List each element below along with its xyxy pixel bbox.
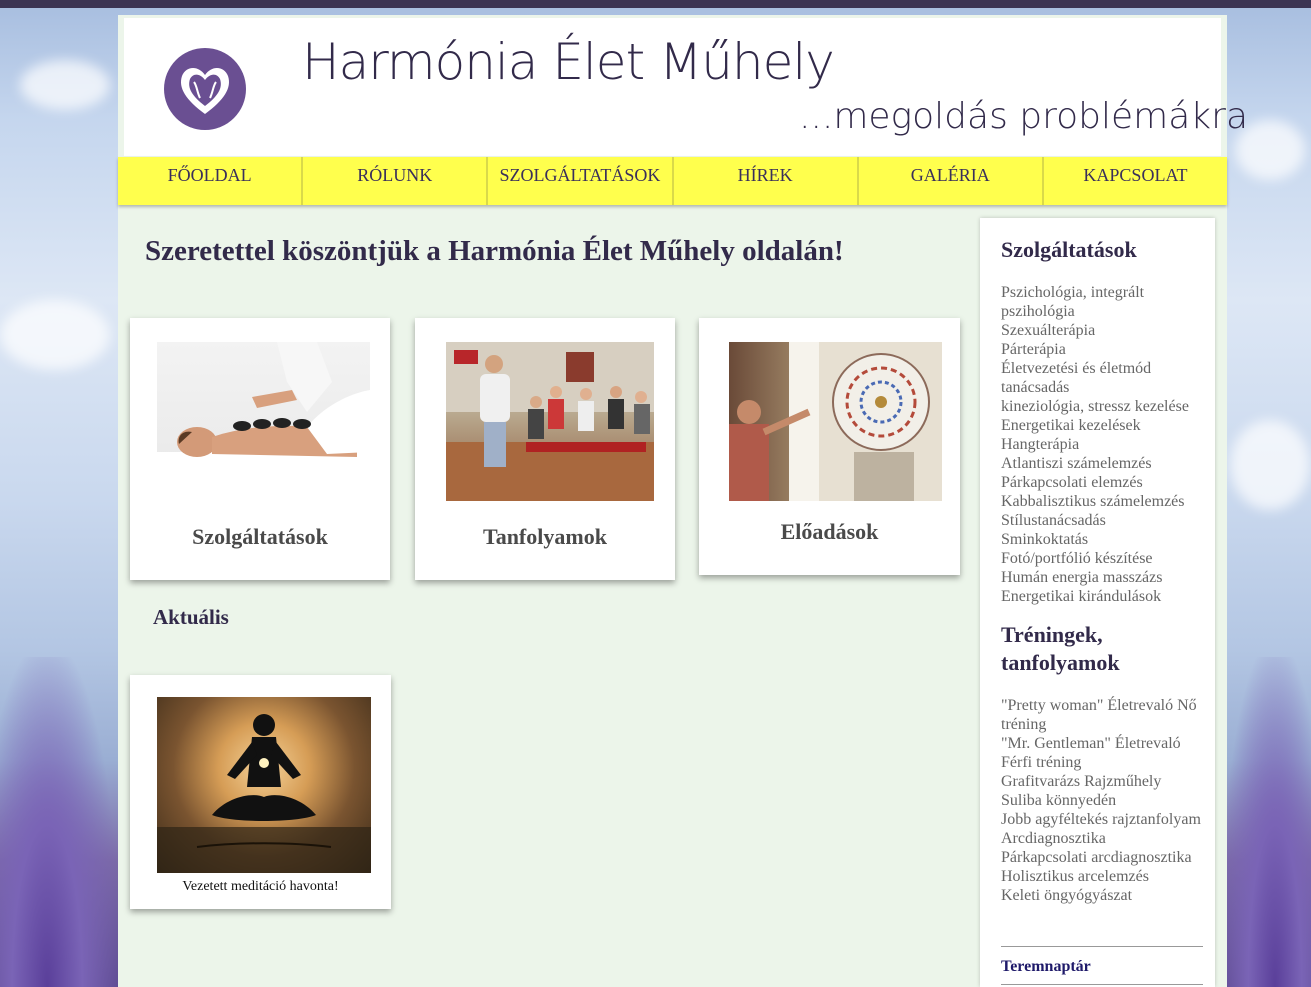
sidebar-service-item[interactable]: Stílustanácsadás — [1001, 511, 1206, 530]
sidebar-divider — [1001, 946, 1203, 947]
sidebar-services-list: Pszichológia, integrált pszihológia Szex… — [1001, 283, 1206, 606]
meditation-caption: Vezetett meditáció havonta! — [182, 879, 339, 894]
page-title: Szeretettel köszöntjük a Harmónia Élet M… — [145, 235, 844, 267]
card-szolgaltatasok[interactable]: Szolgáltatások — [130, 318, 390, 580]
sidebar-service-item[interactable]: Sminkoktatás — [1001, 530, 1206, 549]
meditation-photo[interactable] — [157, 697, 371, 873]
sidebar-service-item[interactable]: Hangterápia — [1001, 435, 1206, 454]
page-container: Harmónia Élet Műhely ...megoldás problém… — [118, 15, 1248, 987]
sidebar-service-item[interactable]: Életvezetési és életmód tanácsadás — [1001, 359, 1206, 397]
sidebar-service-item[interactable]: Fotó/portfólió készítése — [1001, 549, 1206, 568]
teremnaptar-link[interactable]: Teremnaptár — [1001, 958, 1091, 976]
lavender-field-left — [0, 657, 118, 987]
sidebar-trainings-list: "Pretty woman" Életrevaló Nő tréning "Mr… — [1001, 696, 1201, 905]
sidebar-service-item[interactable]: Energetikai kezelések — [1001, 416, 1206, 435]
card-eloadasok[interactable]: Előadások — [699, 318, 960, 575]
sidebar-training-item[interactable]: Párkapcsolati arcdiagnosztika — [1001, 848, 1201, 867]
workshop-photo[interactable] — [446, 342, 654, 501]
site-tagline: ...megoldás problémákra — [799, 96, 1249, 137]
sidebar-service-item[interactable]: Párterápia — [1001, 340, 1206, 359]
lecture-photo[interactable] — [729, 342, 942, 501]
sidebar-training-item[interactable]: Keleti öngyógyászat — [1001, 886, 1201, 905]
nav-item-galeria[interactable]: GALÉRIA — [859, 157, 1044, 205]
main-navigation: FŐOLDAL RÓLUNK SZOLGÁLTATÁSOK HÍREK GALÉ… — [118, 157, 1227, 205]
nav-item-fooldal[interactable]: FŐOLDAL — [118, 157, 304, 205]
sidebar-divider — [1001, 984, 1203, 985]
sidebar-training-item[interactable]: Jobb agyféltekés rajztanfolyam — [1001, 810, 1201, 829]
massage-photo[interactable] — [157, 342, 370, 501]
aktualis-heading: Aktuális — [153, 605, 229, 629]
sidebar-training-item[interactable]: "Mr. Gentleman" Életrevaló Férfi tréning — [1001, 734, 1201, 772]
sidebar-service-item[interactable]: Atlantiszi számelemzés — [1001, 454, 1206, 473]
nav-item-kapcsolat[interactable]: KAPCSOLAT — [1044, 157, 1227, 205]
meditation-card[interactable]: Vezetett meditáció havonta! — [130, 675, 391, 909]
sidebar-service-item[interactable]: Párkapcsolati elemzés — [1001, 473, 1206, 492]
lavender-field-right — [1221, 657, 1311, 987]
card-label: Szolgáltatások — [192, 524, 328, 549]
sidebar-services-heading: Szolgáltatások — [1001, 237, 1137, 262]
sidebar-service-item[interactable]: Szexuálterápia — [1001, 321, 1206, 340]
heart-faces-logo-icon[interactable] — [164, 48, 246, 130]
sidebar-service-item[interactable]: Pszichológia, integrált pszihológia — [1001, 283, 1206, 321]
site-header: Harmónia Élet Műhely ...megoldás problém… — [124, 18, 1248, 156]
sidebar-trainings-heading: Tréningek, tanfolyamok — [1001, 622, 1120, 675]
card-tanfolyamok[interactable]: Tanfolyamok — [415, 318, 675, 580]
card-label: Tanfolyamok — [483, 524, 607, 549]
sidebar-service-item[interactable]: kineziológia, stressz kezelése — [1001, 397, 1206, 416]
nav-item-szolgaltatasok[interactable]: SZOLGÁLTATÁSOK — [488, 157, 674, 205]
sidebar-training-item[interactable]: Holisztikus arcelemzés — [1001, 867, 1201, 886]
sidebar-training-item[interactable]: Arcdiagnosztika — [1001, 829, 1201, 848]
sidebar-training-item[interactable]: Grafitvarázs Rajzműhely — [1001, 772, 1201, 791]
sidebar: Szolgáltatások Pszichológia, integrált p… — [980, 218, 1215, 987]
sidebar-training-item[interactable]: "Pretty woman" Életrevaló Nő tréning — [1001, 696, 1201, 734]
sidebar-service-item[interactable]: Energetikai kirándulások — [1001, 587, 1206, 606]
sidebar-service-item[interactable]: Kabbalisztikus számelemzés — [1001, 492, 1206, 511]
nav-item-rolunk[interactable]: RÓLUNK — [303, 157, 489, 205]
sidebar-service-item[interactable]: Humán energia masszázs — [1001, 568, 1206, 587]
site-title: Harmónia Élet Műhely — [302, 33, 835, 91]
card-label: Előadások — [780, 519, 879, 544]
sidebar-training-item[interactable]: Suliba könnyedén — [1001, 791, 1201, 810]
nav-item-hirek[interactable]: HÍREK — [674, 157, 859, 205]
